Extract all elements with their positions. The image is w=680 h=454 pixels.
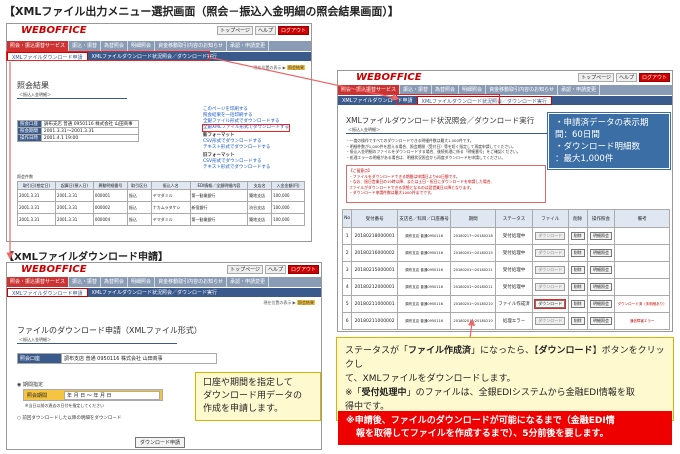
- subtab-xml-apply[interactable]: XMLファイルダウンロード申請: [7, 288, 88, 297]
- tab-exchange[interactable]: 為替照会: [101, 41, 129, 51]
- highlight-subtabs: [6, 51, 210, 61]
- previous-option: ○ 前回ダウンロードした以降の明細をダウンロード: [17, 416, 122, 421]
- delete-button[interactable]: 削除: [570, 249, 585, 257]
- app-logo: WEBOFFICE: [356, 72, 422, 83]
- delete-button[interactable]: 削除: [570, 317, 585, 325]
- notes-box: 【ご留意点】 ・ファイルをダウンロードできる期間は申請日より60日間です。 ・な…: [346, 165, 546, 203]
- help-button[interactable]: ヘルプ: [254, 26, 276, 35]
- main-tabs: 照会・振込振替サービス 振込・振替 為替照会 明細照会 資金移動取引内容のお知ら…: [338, 85, 672, 95]
- new-text-link[interactable]: テキスト形式でダウンロードする: [203, 145, 289, 151]
- table-row: 2001.3.31 2001.3.31 000002 振込 ナカムラタケシ 新宿銀行 渋谷支…: [17, 201, 305, 214]
- detail-button[interactable]: 明細照会: [589, 283, 612, 291]
- detail-button[interactable]: 明細照会: [589, 232, 612, 240]
- highlight-status-subtab: [396, 94, 500, 105]
- sub-tabs: XMLファイルダウンロード申請 XMLファイルダウンロード状況照会／ダウンロード…: [338, 96, 672, 105]
- tab-transfer[interactable]: 振込・振替: [69, 277, 102, 287]
- period-option: ◉ 期間指定: [17, 382, 43, 388]
- apply-account-table: 照会口座 調布支店 普通 0950116 株式会社 山田商事: [17, 353, 217, 364]
- top-page-button[interactable]: トップページ: [578, 73, 614, 82]
- table-row: 2 20180216000002 調布支店 普通0950116 20180201〜20…: [341, 244, 670, 262]
- help-button[interactable]: ヘルプ: [615, 73, 637, 82]
- delete-button[interactable]: 削除: [570, 266, 585, 274]
- table-row: 1 20180218000001 調布支店 普通0950116 20180217〜20…: [341, 227, 670, 245]
- delete-button[interactable]: 削除: [570, 300, 585, 308]
- tab-approval[interactable]: 承認・申請変更: [227, 41, 269, 51]
- top-buttons: トップページ ヘルプ ログアウト: [227, 265, 319, 274]
- app-logo: WEBOFFICE: [21, 25, 87, 36]
- period-row: 照会期間 年 月 日 〜 年 月 日: [23, 389, 163, 401]
- tab-fund-notice[interactable]: 資金移動取引内容のお知らせ: [155, 277, 227, 287]
- top-page-button[interactable]: トップページ: [217, 26, 253, 35]
- apply-heading: ファイルのダウンロード申請（XMLファイル形式）: [17, 326, 202, 335]
- download-apply-button[interactable]: ダウンロード申請: [135, 437, 186, 448]
- account-info-table: 照会口座 調布支店 普通 0950116 株式会社 山田商事 照会期間 2001.3…: [17, 120, 140, 142]
- breadcrumb: 現在位置の表示 ▶ 照会結果: [263, 300, 315, 305]
- wait-time-callout: ※申請後、ファイルのダウンロードが可能になるまで（金融EDI情 報を取得してファ…: [338, 411, 672, 445]
- download-apply-window: WEBOFFICE トップページ ヘルプ ログアウト 照会・振込振替サービス 振…: [6, 262, 322, 450]
- period-hint: ※当日以前の過去の日付を指定してください: [25, 403, 105, 408]
- tab-statement[interactable]: 明細照会: [128, 277, 156, 287]
- table-row: 2001.3.31 2001.3.31 000004 振込 ヤマダミル 第一勧業銀行 築地支…: [17, 213, 305, 226]
- detail-button[interactable]: 明細照会: [589, 249, 612, 257]
- apply-explanation-callout: 口座や期間を指定して ダウンロード用データの 作成を申請します。: [195, 372, 321, 421]
- detail-button[interactable]: 明細照会: [589, 266, 612, 274]
- tab-fund-notice[interactable]: 資金移動取引内容のお知らせ: [155, 41, 227, 51]
- page-title: 【XMLファイル出力メニュー選択画面（照会－振込入金明細の照会結果画面）】: [4, 5, 399, 18]
- download-explanation-callout: ステータスが「ファイル作成済」になったら、【ダウンロード】ボタンをクリックし て…: [336, 337, 674, 421]
- download-status-table: No 受付番号 支店名／科目／口座番号 期間 ステータス ファイル 削除 操作照会 備考 1 20…: [341, 209, 670, 330]
- download-button[interactable]: ダウンロード: [535, 266, 566, 274]
- download-button[interactable]: ダウンロード: [534, 299, 567, 309]
- tab-approval[interactable]: 承認・申請変更: [227, 277, 269, 287]
- delete-button[interactable]: 削除: [570, 283, 585, 291]
- table-row: 5 20180211000001 調布支店 普通0950116 20180201〜20…: [341, 295, 670, 313]
- delete-button[interactable]: 削除: [570, 232, 585, 240]
- main-tabs: 照会・振込振替サービス 振込・振替 為替照会 明細照会 資金移動取引内容のお知ら…: [7, 41, 311, 51]
- display-period-callout: ・申請済データの表示期 間：60日間 ・ダウンロード明細数 ：最大1,000件: [548, 113, 670, 169]
- top-buttons: トップページ ヘルプ ログアウト: [217, 26, 309, 35]
- tab-transfer[interactable]: 振込・振替: [69, 41, 102, 51]
- download-button[interactable]: ダウンロード: [535, 249, 566, 257]
- top-page-button[interactable]: トップページ: [227, 265, 263, 274]
- status-description: ・一度の操作ですべてのダウンロードできる明細件数は最大1,000件です。 ・明細…: [346, 138, 521, 160]
- inquiry-heading: 照会結果: [17, 81, 49, 90]
- sub-tabs: XMLファイルダウンロード申請 XMLファイルダウンロード状況照会／ダウンロード…: [7, 288, 321, 297]
- previous-radio-icon[interactable]: ○: [17, 416, 21, 421]
- detail-button[interactable]: 明細照会: [589, 317, 612, 325]
- top-buttons: トップページ ヘルプ ログアウト: [578, 73, 670, 82]
- table-row: 4 20180212000001 調布支店 普通0950116 20180201〜20…: [341, 278, 670, 296]
- subtab-xml-status[interactable]: XMLファイルダウンロード状況照会／ダウンロード実行: [88, 288, 222, 297]
- period-input[interactable]: 年 月 日 〜 年 月 日: [64, 391, 160, 400]
- help-button[interactable]: ヘルプ: [264, 265, 286, 274]
- zengin-xml-link[interactable]: 全銀XMLファイル形式でダウンロードする: [202, 124, 290, 132]
- tab-inquiry-service[interactable]: 照会・振込振替サービス: [338, 85, 401, 95]
- logout-button[interactable]: ログアウト: [287, 265, 319, 274]
- count-label: 照会件数: [17, 174, 33, 179]
- table-row: 2001.3.31 2001.3.31 000001 振込 ヤマダミル 第一勧業銀行 築地支…: [17, 189, 305, 202]
- download-button[interactable]: ダウンロード: [535, 232, 566, 240]
- download-apply-title: 【XMLファイルダウンロード申請】: [4, 252, 169, 263]
- download-button[interactable]: ダウンロード: [535, 283, 566, 291]
- tab-inquiry-service[interactable]: 照会・振込振替サービス: [7, 277, 70, 287]
- download-button[interactable]: ダウンロード: [535, 317, 566, 325]
- main-tabs: 照会・振込振替サービス 振込・振替 為替照会 明細照会 資金移動取引内容のお知ら…: [7, 277, 321, 287]
- tab-statement[interactable]: 明細照会: [128, 41, 156, 51]
- statement-table: 取引日(勘定日) 起算日(預入日) 異動明細番号 取引区分 振込人名 EDI情報／全銀明細…: [17, 181, 305, 226]
- table-row: 3 20180215000001 調布支店 普通0950116 20180201〜20…: [341, 261, 670, 279]
- logout-button[interactable]: ログアウト: [638, 73, 670, 82]
- tab-exchange[interactable]: 為替照会: [101, 277, 129, 287]
- download-status-window: WEBOFFICE トップページ ヘルプ ログアウト 照会・振込振替サービス 振…: [337, 70, 673, 332]
- tab-inquiry-service[interactable]: 照会・振込振替サービス: [7, 41, 70, 51]
- account-select[interactable]: 調布支店 普通 0950116 株式会社 山田商事: [61, 353, 217, 364]
- app-logo: WEBOFFICE: [21, 264, 87, 275]
- old-text-link[interactable]: テキスト形式でダウンロードする: [203, 165, 289, 171]
- logout-button[interactable]: ログアウト: [277, 26, 309, 35]
- period-radio-icon[interactable]: ◉: [17, 382, 21, 388]
- tab-approval[interactable]: 承認・申請変更: [558, 85, 600, 95]
- download-links: このページを印刷する 照会結果を一括印刷する 全銀ファイル形式でダウンロードする…: [202, 107, 290, 171]
- table-row: 6 20180211000002 調布支店 普通0950116 20180201〜20…: [341, 312, 670, 330]
- breadcrumb: 現在位置の表示 ▶ 照会結果: [253, 65, 305, 70]
- detail-button[interactable]: 明細照会: [589, 300, 612, 308]
- status-heading: XMLファイルダウンロード状況照会／ダウンロード実行: [346, 116, 535, 125]
